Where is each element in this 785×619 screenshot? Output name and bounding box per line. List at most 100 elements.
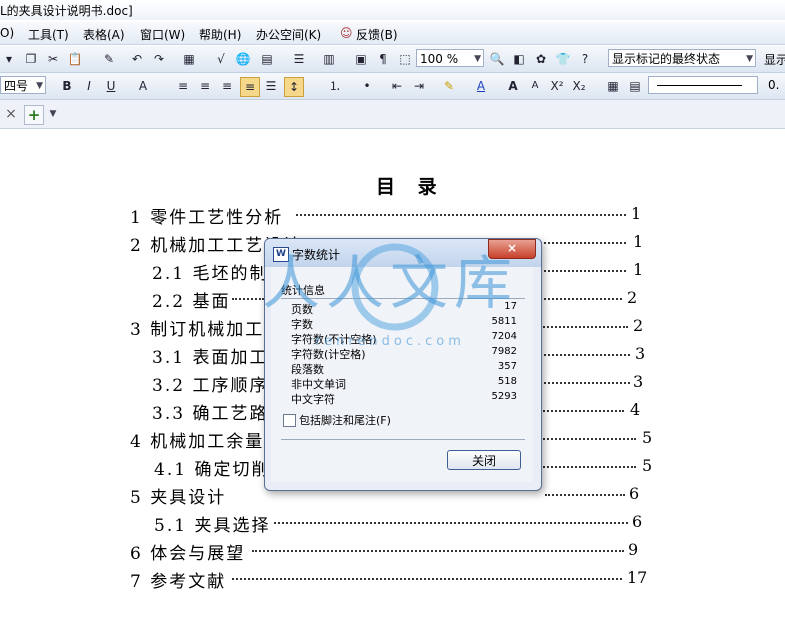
- include-footnotes-checkbox[interactable]: [283, 414, 296, 427]
- font-color-icon[interactable]: A: [472, 77, 490, 95]
- stat-row: 字数 5811: [291, 316, 517, 331]
- justify-icon[interactable]: ≡: [240, 77, 260, 97]
- stat-value: 5811: [491, 316, 517, 327]
- menu-item-office-space[interactable]: 办公空间(K): [256, 26, 321, 43]
- menu-item-insert[interactable]: O): [0, 26, 14, 40]
- toc-leader: [540, 354, 630, 356]
- menu-item-table[interactable]: 表格(A): [83, 26, 125, 43]
- menu-item-help[interactable]: 帮助(H): [199, 26, 241, 43]
- stat-value: 518: [497, 376, 517, 387]
- stat-label: 页数: [291, 303, 313, 316]
- chevron-down-icon[interactable]: ▼: [44, 105, 62, 123]
- stat-value: 357: [497, 361, 517, 372]
- toc-entry: 6 体会与展望: [130, 544, 246, 564]
- menu-item-tools[interactable]: 工具(T): [28, 26, 69, 43]
- stat-row: 字符数(计空格) 7982: [291, 346, 517, 361]
- undo-icon[interactable]: ↶: [128, 50, 146, 68]
- stat-label: 段落数: [291, 363, 324, 376]
- highlight-icon[interactable]: ✎: [440, 77, 458, 95]
- line-spacing-icon[interactable]: ↕: [284, 77, 304, 97]
- toc-leader: [296, 214, 626, 216]
- find-icon[interactable]: 🔍: [488, 50, 506, 68]
- track-changes-select[interactable]: 显示标记的最终状态 ▼: [608, 49, 756, 67]
- toc-page: 2: [633, 316, 644, 335]
- toc-entry: 4.1 确定切削: [154, 460, 271, 480]
- toc-entry: 1 零件工艺性分析: [130, 208, 284, 228]
- distributed-icon[interactable]: ☰: [262, 77, 280, 95]
- bold-icon[interactable]: B: [58, 77, 76, 95]
- subscript-icon[interactable]: X₂: [570, 77, 588, 95]
- new-tab-icon[interactable]: +: [24, 105, 44, 125]
- insert-table-icon[interactable]: ▦: [180, 50, 198, 68]
- close-icon[interactable]: ×: [488, 239, 536, 259]
- redo-icon[interactable]: ↷: [150, 50, 168, 68]
- close-tab-icon[interactable]: ×: [2, 105, 20, 123]
- columns-icon[interactable]: ☰: [290, 50, 308, 68]
- feedback-icon: ☺: [340, 26, 353, 40]
- hyperlink-icon[interactable]: 🌐: [234, 50, 252, 68]
- toc-title: 目 录: [376, 176, 445, 198]
- copy-icon[interactable]: ❐: [22, 50, 40, 68]
- line-style-select[interactable]: [648, 76, 758, 94]
- toc-page: 1: [631, 204, 642, 223]
- chart-icon[interactable]: ▥: [320, 50, 338, 68]
- toc-entry: 5 夹具设计: [130, 488, 227, 508]
- template-icon[interactable]: ✿: [532, 50, 550, 68]
- borders-icon[interactable]: ▤: [626, 77, 644, 95]
- toc-leader: [274, 522, 628, 524]
- align-left-icon[interactable]: ≡: [174, 77, 192, 95]
- stat-row: 非中文单词 518: [291, 376, 517, 391]
- toc-entry: 5.1 夹具选择: [154, 516, 271, 536]
- stat-value: 5293: [491, 391, 517, 402]
- formula-icon[interactable]: √: [212, 50, 230, 68]
- table-props-icon[interactable]: ▦: [604, 77, 622, 95]
- menu-item-window[interactable]: 窗口(W): [140, 26, 185, 43]
- increase-indent-icon[interactable]: ⇥: [410, 77, 428, 95]
- drawing-icon[interactable]: ⬚: [396, 50, 414, 68]
- line-style-preview: [657, 85, 742, 86]
- show-label[interactable]: 显示: [764, 51, 785, 68]
- paste-icon[interactable]: 📋: [66, 50, 84, 68]
- show-hide-icon[interactable]: ¶: [374, 50, 392, 68]
- bullets-icon[interactable]: •: [358, 77, 376, 95]
- font-size-select[interactable]: 四号 ▼: [0, 76, 46, 94]
- toc-page: 1: [633, 232, 644, 251]
- close-button[interactable]: 关闭: [447, 450, 521, 470]
- toc-leader: [540, 298, 622, 300]
- zoom-select[interactable]: 100 % ▼: [416, 49, 484, 67]
- document-map-icon[interactable]: ▣: [352, 50, 370, 68]
- divider: [281, 439, 525, 440]
- stat-label: 字符数(不计空格): [291, 333, 377, 346]
- font-color-a-icon[interactable]: A: [134, 77, 152, 95]
- toc-page: 2: [627, 288, 638, 307]
- help-icon[interactable]: ?: [576, 50, 594, 68]
- track-changes-value: 显示标记的最终状态: [612, 52, 721, 66]
- font-size-value: 四号: [4, 79, 29, 93]
- menu-item-feedback[interactable]: 反馈(B): [356, 26, 398, 43]
- shrink-font-icon[interactable]: A: [526, 77, 544, 95]
- cut-icon[interactable]: ✂: [44, 50, 62, 68]
- italic-icon[interactable]: I: [80, 77, 98, 95]
- toc-leader: [540, 466, 636, 468]
- decrease-indent-icon[interactable]: ⇤: [388, 77, 406, 95]
- table-icon[interactable]: ▤: [258, 50, 276, 68]
- align-right-icon[interactable]: ≡: [218, 77, 236, 95]
- toc-entry: 3 制订机械加工: [130, 320, 265, 340]
- line-width-value[interactable]: 0.: [768, 78, 779, 92]
- shirt-icon[interactable]: 👕: [554, 50, 572, 68]
- toc-page: 3: [635, 344, 646, 363]
- toc-leader: [540, 438, 636, 440]
- grow-font-icon[interactable]: A: [504, 77, 522, 95]
- numbering-icon[interactable]: ⒈: [326, 77, 344, 95]
- format-painter-icon[interactable]: ✎: [100, 50, 118, 68]
- include-footnotes-label[interactable]: 包括脚注和尾注(F): [299, 412, 391, 428]
- title-bar: L的夹具设计说明书.doc]: [0, 0, 785, 20]
- underline-icon[interactable]: U: [102, 77, 120, 95]
- superscript-icon[interactable]: X²: [548, 77, 566, 95]
- toc-entry: 3.2 工序顺序: [152, 376, 269, 396]
- read-mode-icon[interactable]: ◧: [510, 50, 528, 68]
- align-center-icon[interactable]: ≡: [196, 77, 214, 95]
- toc-entry: 4 机械加工余量: [130, 432, 265, 452]
- dialog-title-bar[interactable]: W 字数统计 ×: [265, 239, 541, 267]
- dropdown-arrow-icon[interactable]: ▾: [0, 50, 18, 68]
